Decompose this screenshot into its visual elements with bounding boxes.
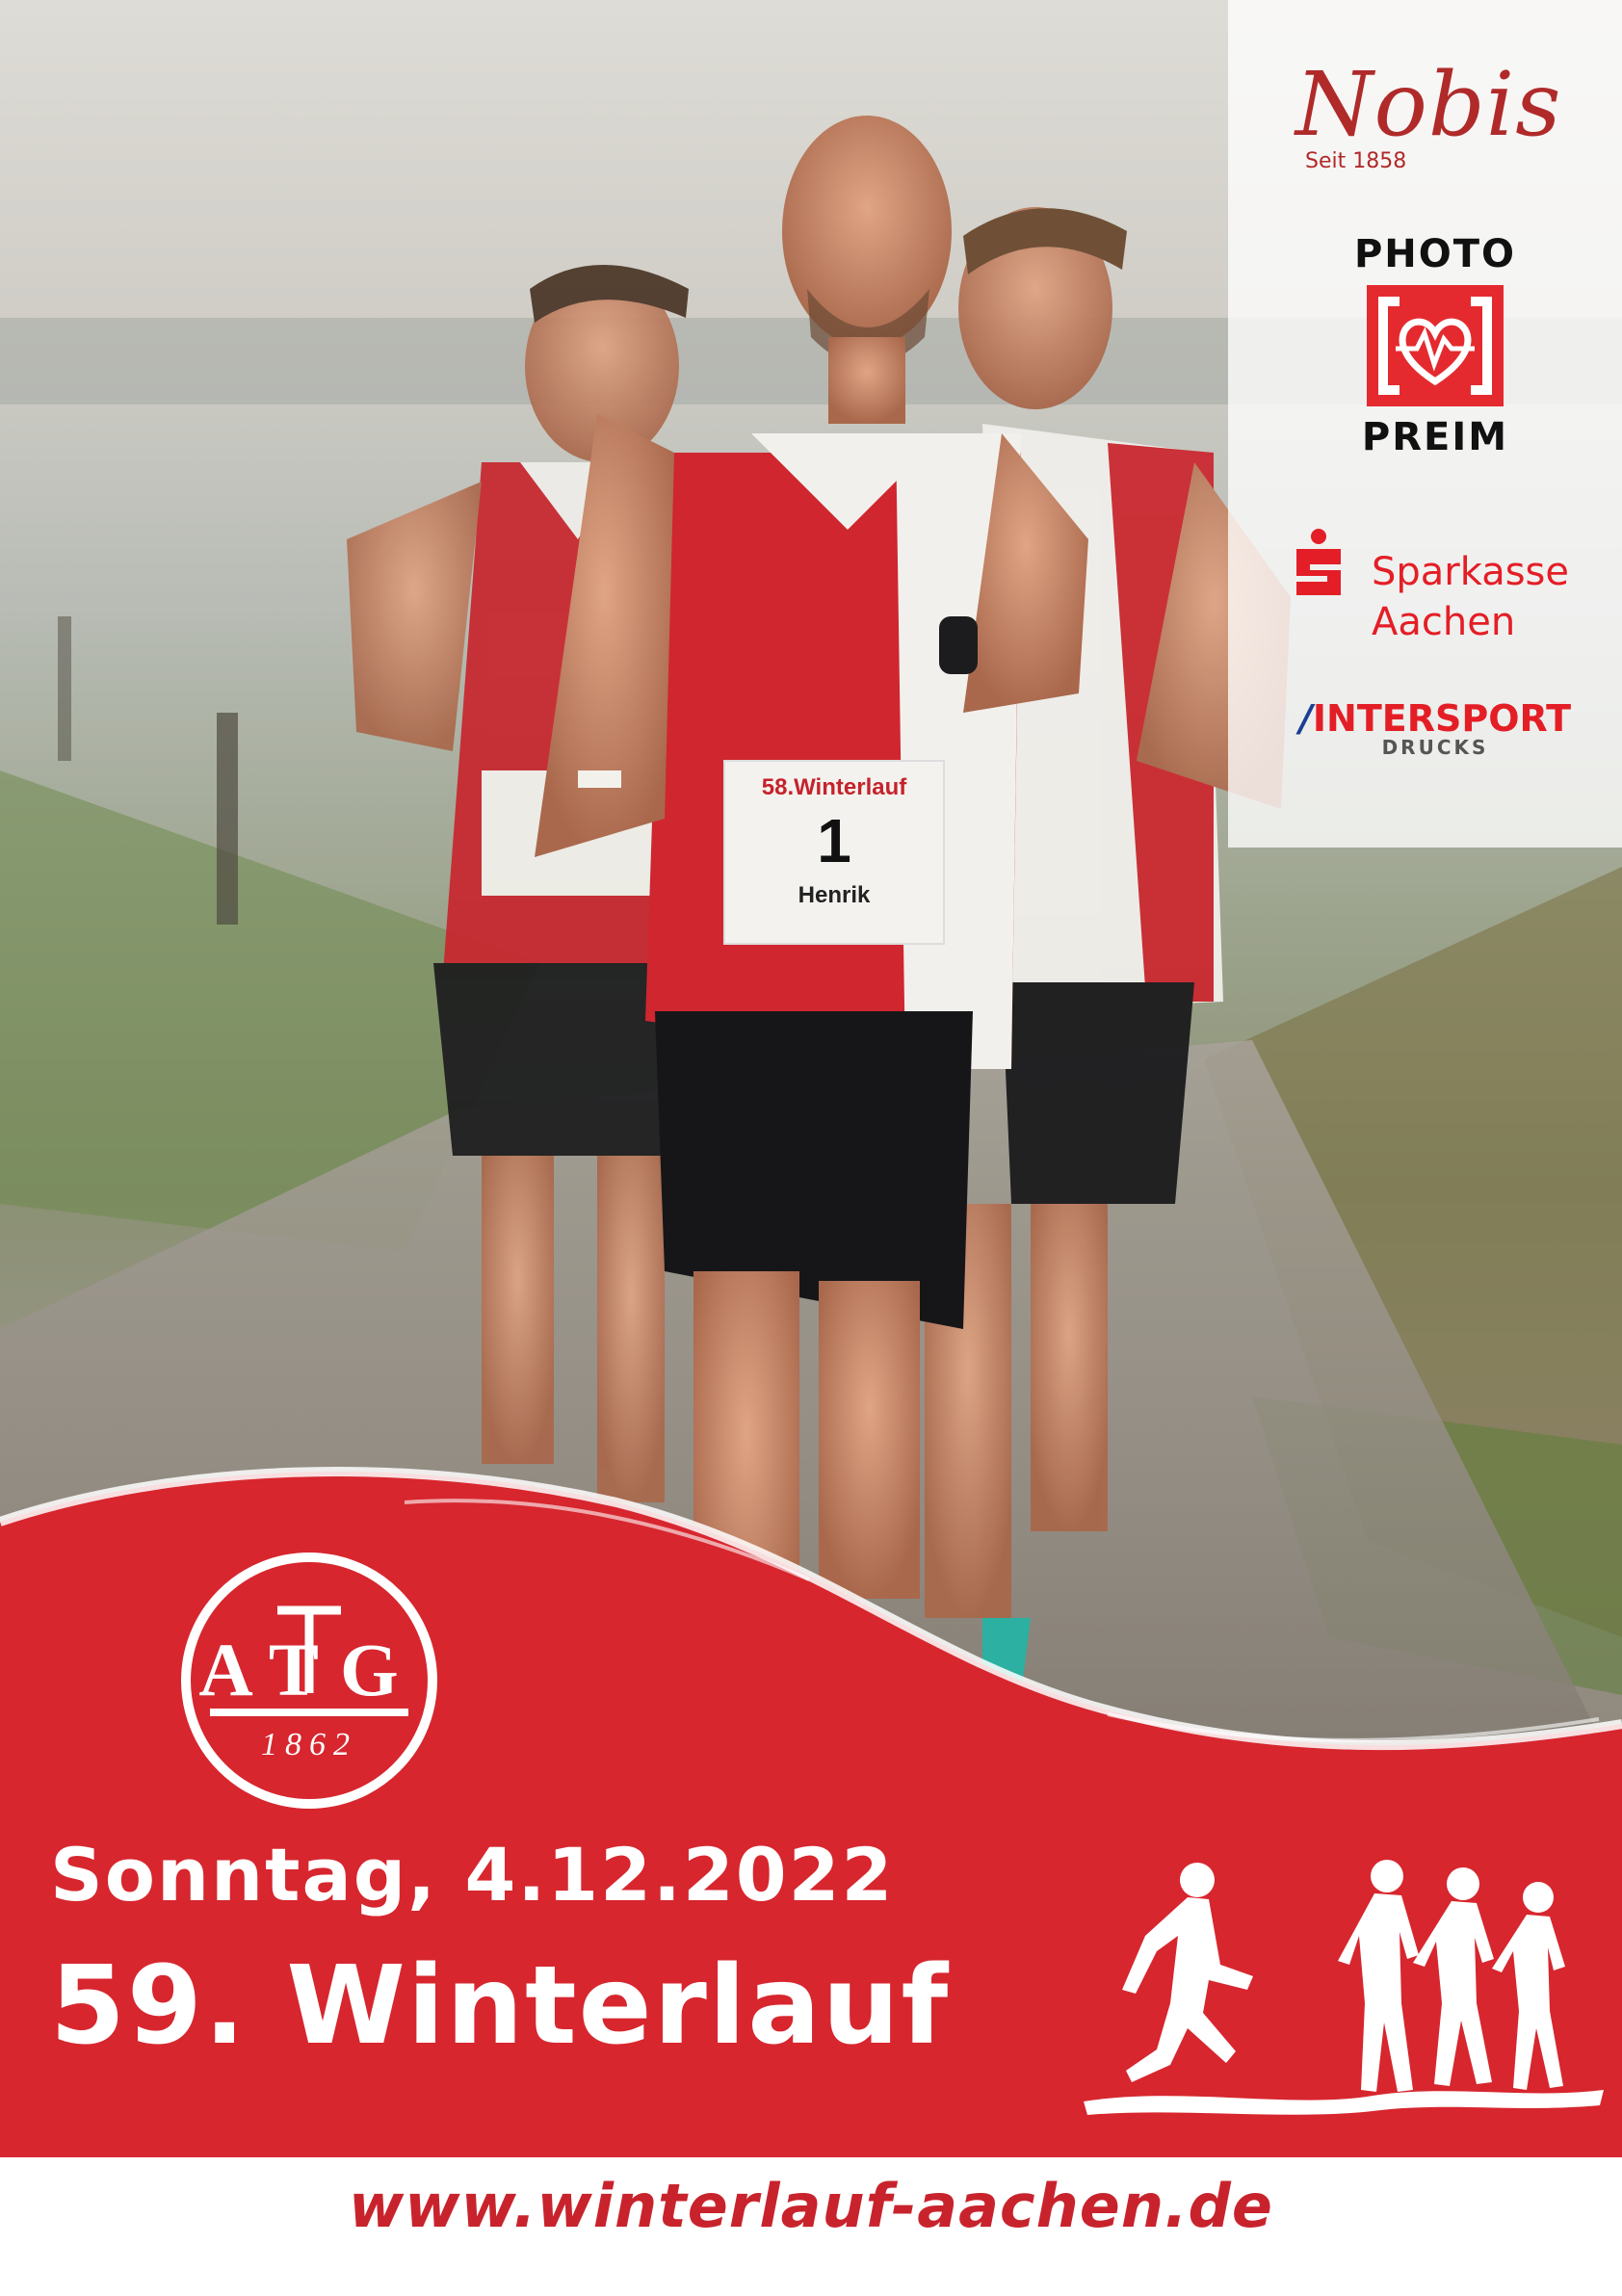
- intersport-logo: /INTERSPORT DRUCKS: [1276, 697, 1594, 759]
- atg-letters: ATG: [198, 1628, 419, 1711]
- camera-heart-icon: [1367, 285, 1504, 406]
- poster: 58.Winterlauf 1 Henrik Nobis Seit 1858 P…: [0, 0, 1622, 2296]
- atg-year: 1862: [261, 1727, 357, 1762]
- nobis-logo: Nobis Seit 1858: [1295, 53, 1565, 188]
- photo-preim-line2: PREIM: [1361, 415, 1509, 459]
- sparkasse-logo: Sparkasse Aachen: [1289, 528, 1597, 663]
- nobis-since: Seit 1858: [1305, 149, 1407, 173]
- race-bib: 58.Winterlauf 1 Henrik: [724, 761, 944, 944]
- event-title: 59. Winterlauf: [50, 1944, 951, 2069]
- sparkasse-line1: Sparkasse: [1372, 550, 1569, 594]
- runner-silhouettes-icon: [1084, 1860, 1604, 2115]
- photo-preim-line1: PHOTO: [1353, 232, 1517, 276]
- sparkasse-line2: Aachen: [1372, 600, 1516, 644]
- sparkasse-name: Sparkasse Aachen: [1372, 547, 1569, 647]
- bib-event-name: 58.Winterlauf: [761, 774, 907, 800]
- intersport-name: INTERSPORT: [1312, 697, 1571, 740]
- bib-name: Henrik: [798, 882, 871, 908]
- atg-club-logo: ATG 1862: [170, 1541, 449, 1820]
- intersport-wordmark: /INTERSPORT: [1276, 697, 1594, 740]
- bib-number: 1: [817, 806, 851, 875]
- photo-preim-logo: PHOTO PREIM: [1344, 231, 1527, 460]
- nobis-wordmark: Nobis: [1295, 53, 1562, 156]
- sparkasse-s-icon: [1289, 528, 1348, 607]
- event-website-link[interactable]: www.winterlauf-aachen.de: [0, 2171, 1622, 2241]
- event-date: Sonntag, 4.12.2022: [50, 1832, 895, 1918]
- intersport-swoosh-icon: /: [1299, 697, 1313, 740]
